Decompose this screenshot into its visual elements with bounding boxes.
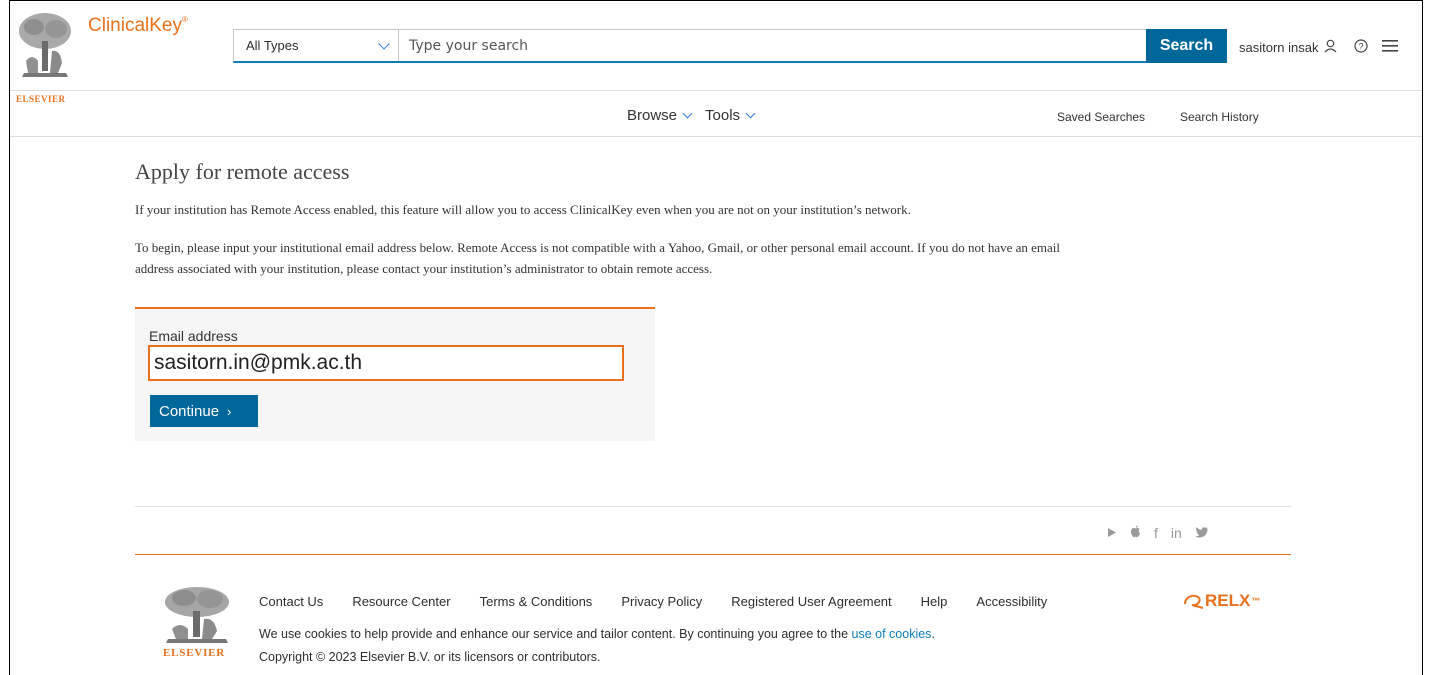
footer-link-terms[interactable]: Terms & Conditions	[480, 594, 593, 609]
footer-orange-divider	[135, 554, 1291, 555]
search-type-value: All Types	[246, 38, 299, 53]
intro-paragraph: If your institution has Remote Access en…	[135, 202, 911, 217]
search-button[interactable]: Search	[1146, 29, 1227, 63]
relx-wordmark: RELX	[1205, 591, 1251, 610]
email-label: Email address	[149, 328, 238, 344]
page-frame: ELSEVIER ClinicalKey® All Types Search s…	[9, 0, 1423, 675]
chevron-down-icon	[745, 108, 756, 119]
footer-link-privacy[interactable]: Privacy Policy	[621, 594, 702, 609]
continue-button[interactable]: Continue ›	[150, 395, 258, 427]
browse-menu[interactable]: Browse	[627, 107, 693, 124]
trademark-mark: ™	[1251, 596, 1261, 606]
tools-menu[interactable]: Tools	[705, 107, 756, 124]
user-area: sasitorn insak ?	[1239, 39, 1399, 56]
apple-icon[interactable]	[1130, 525, 1141, 541]
footer-divider	[135, 506, 1291, 507]
elsevier-footer-wordmark: ELSEVIER	[163, 647, 226, 659]
help-icon[interactable]: ?	[1354, 39, 1369, 56]
saved-searches-link[interactable]: Saved Searches	[1057, 110, 1145, 124]
svg-text:?: ?	[1359, 42, 1364, 52]
cookie-text: We use cookies to help provide and enhan…	[259, 627, 852, 641]
top-bar: ELSEVIER ClinicalKey® All Types Search s…	[10, 1, 1422, 104]
search-input[interactable]	[399, 30, 1226, 61]
browse-label: Browse	[627, 107, 678, 124]
relx-logo[interactable]: RELX ™	[1183, 591, 1260, 611]
elsevier-tree-icon	[16, 11, 74, 83]
secondary-nav: Browse Tools Saved Searches Search Histo…	[10, 91, 1422, 137]
remote-access-form: Email address Continue ›	[135, 307, 655, 441]
user-name[interactable]: sasitorn insak	[1239, 40, 1318, 55]
cookie-end: .	[931, 627, 935, 641]
use-of-cookies-link[interactable]: use of cookies	[852, 627, 932, 641]
search-history-link[interactable]: Search History	[1180, 110, 1259, 124]
nav-center: Browse Tools	[627, 107, 768, 124]
footer-links: Contact Us Resource Center Terms & Condi…	[259, 594, 1076, 609]
copyright: Copyright © 2023 Elsevier B.V. or its li…	[259, 650, 601, 664]
page-title: Apply for remote access	[135, 159, 350, 184]
clinicalkey-logo[interactable]: ClinicalKey®	[88, 15, 188, 37]
instructions-line-2: address associated with your institution…	[135, 261, 713, 276]
user-icon[interactable]	[1324, 39, 1337, 56]
search-type-select[interactable]: All Types	[234, 30, 399, 61]
tools-label: Tools	[705, 107, 741, 124]
youtube-icon[interactable]	[1107, 526, 1117, 541]
registered-mark: ®	[181, 15, 188, 24]
linkedin-icon[interactable]: in	[1171, 525, 1182, 541]
chevron-right-icon: ›	[227, 403, 232, 419]
hamburger-menu-icon[interactable]	[1382, 39, 1399, 56]
elsevier-footer-tree-icon[interactable]	[162, 585, 232, 645]
social-links: f in	[1107, 525, 1208, 541]
footer-link-user-agreement[interactable]: Registered User Agreement	[731, 594, 891, 609]
facebook-icon[interactable]: f	[1154, 525, 1158, 541]
footer-link-contact-us[interactable]: Contact Us	[259, 594, 323, 609]
cookie-notice: We use cookies to help provide and enhan…	[259, 627, 935, 641]
chevron-down-icon	[682, 108, 693, 119]
continue-label: Continue	[159, 402, 220, 420]
instructions-line-1: To begin, please input your institutiona…	[135, 240, 1061, 255]
footer-link-resource-center[interactable]: Resource Center	[352, 594, 450, 609]
chevron-down-icon	[378, 37, 390, 50]
footer-link-accessibility[interactable]: Accessibility	[976, 594, 1047, 609]
elsevier-logo[interactable]: ELSEVIER	[16, 11, 74, 104]
twitter-icon[interactable]	[1195, 526, 1208, 541]
footer-link-help[interactable]: Help	[921, 594, 948, 609]
relx-swoosh-icon	[1184, 594, 1204, 609]
brand-name: ClinicalKey	[88, 15, 182, 36]
email-field[interactable]	[148, 345, 624, 381]
search-bar: All Types	[233, 29, 1227, 63]
